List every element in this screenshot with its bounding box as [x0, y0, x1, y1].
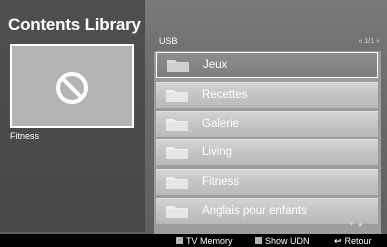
show-udn-label: Show UDN: [265, 236, 310, 246]
list-item-label: Fitness: [202, 176, 240, 188]
list-item[interactable]: Fitness: [156, 169, 378, 195]
list-item[interactable]: Recettes: [156, 82, 378, 108]
show-udn-button[interactable]: Show UDN: [255, 236, 310, 246]
list-item[interactable]: Galerie: [156, 111, 378, 137]
content-list: Jeux Recettes Galerie Living Fitness Ang…: [154, 51, 381, 234]
square-button-icon: [176, 237, 183, 244]
page-indicator[interactable]: « 1/1 »: [359, 38, 380, 45]
folder-icon: [166, 177, 188, 189]
tv-memory-label: TV Memory: [186, 236, 233, 246]
preview-panel: Contents Library Fitness: [0, 0, 145, 232]
list-item-label: Galerie: [202, 118, 240, 130]
list-item-label: Living: [202, 146, 233, 158]
list-item[interactable]: Living: [156, 139, 378, 165]
return-icon: ↩: [334, 236, 342, 246]
device-name: USB: [159, 36, 178, 46]
no-preview-icon: [56, 72, 88, 104]
folder-icon: [166, 90, 188, 102]
list-item-label: Jeux: [203, 59, 228, 71]
folder-icon: [166, 119, 188, 131]
return-button[interactable]: ↩ Retour: [334, 236, 372, 247]
list-item[interactable]: Anglais pour enfants: [156, 198, 378, 224]
return-label: Retour: [344, 236, 372, 246]
scroll-arrows[interactable]: ▼ ▲: [348, 221, 364, 228]
folder-icon: [167, 60, 189, 72]
folder-icon: [166, 147, 188, 159]
folder-icon: [166, 206, 188, 218]
tv-memory-button[interactable]: TV Memory: [176, 236, 233, 246]
footer-bar: TV Memory Show UDN ↩ Retour: [0, 234, 387, 247]
list-item[interactable]: Jeux: [156, 52, 378, 78]
contents-library-screen: Contents Library Fitness USB « 1/1 » Jeu…: [0, 0, 387, 247]
preview-thumbnail: [10, 44, 134, 128]
list-item-label: Anglais pour enfants: [202, 205, 307, 217]
preview-label: Fitness: [10, 131, 40, 141]
list-item-label: Recettes: [202, 89, 248, 101]
square-button-icon: [255, 237, 262, 244]
page-title: Contents Library: [8, 15, 141, 34]
